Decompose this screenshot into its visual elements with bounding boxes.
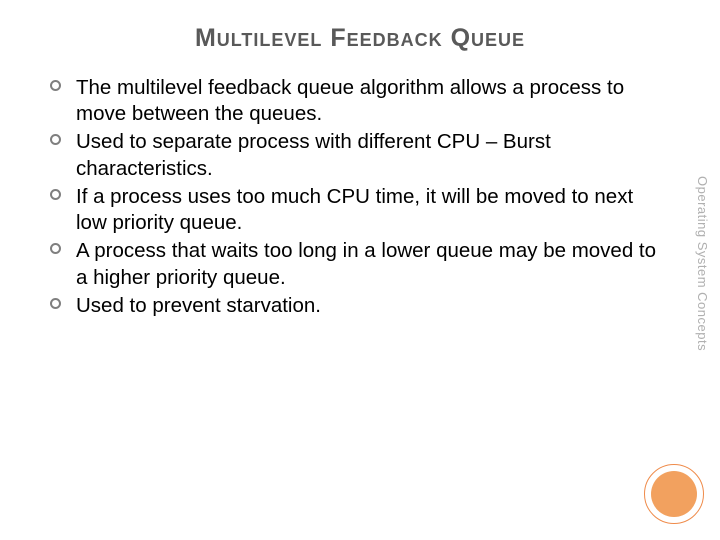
- bullet-icon: [50, 298, 61, 309]
- list-item: If a process uses too much CPU time, it …: [50, 184, 660, 236]
- content-area: The multilevel feedback queue algorithm …: [40, 75, 680, 319]
- bullet-icon: [50, 80, 61, 91]
- bullet-text: A process that waits too long in a lower…: [76, 239, 656, 288]
- bullet-icon: [50, 134, 61, 145]
- bullet-icon: [50, 189, 61, 200]
- bullet-text: The multilevel feedback queue algorithm …: [76, 76, 624, 125]
- bullet-text: Used to prevent starvation.: [76, 294, 321, 317]
- circle-decoration: [644, 464, 704, 524]
- side-label: Operating System Concepts: [695, 176, 710, 351]
- list-item: Used to separate process with different …: [50, 129, 660, 181]
- bullet-text: If a process uses too much CPU time, it …: [76, 185, 633, 234]
- bullet-list: The multilevel feedback queue algorithm …: [50, 75, 660, 319]
- slide-title: Multilevel Feedback Queue: [40, 24, 680, 53]
- list-item: Used to prevent starvation.: [50, 293, 660, 319]
- bullet-icon: [50, 243, 61, 254]
- list-item: The multilevel feedback queue algorithm …: [50, 75, 660, 127]
- circle-inner-icon: [651, 471, 697, 517]
- bullet-text: Used to separate process with different …: [76, 130, 551, 179]
- slide: Multilevel Feedback Queue The multilevel…: [0, 0, 720, 540]
- list-item: A process that waits too long in a lower…: [50, 238, 660, 290]
